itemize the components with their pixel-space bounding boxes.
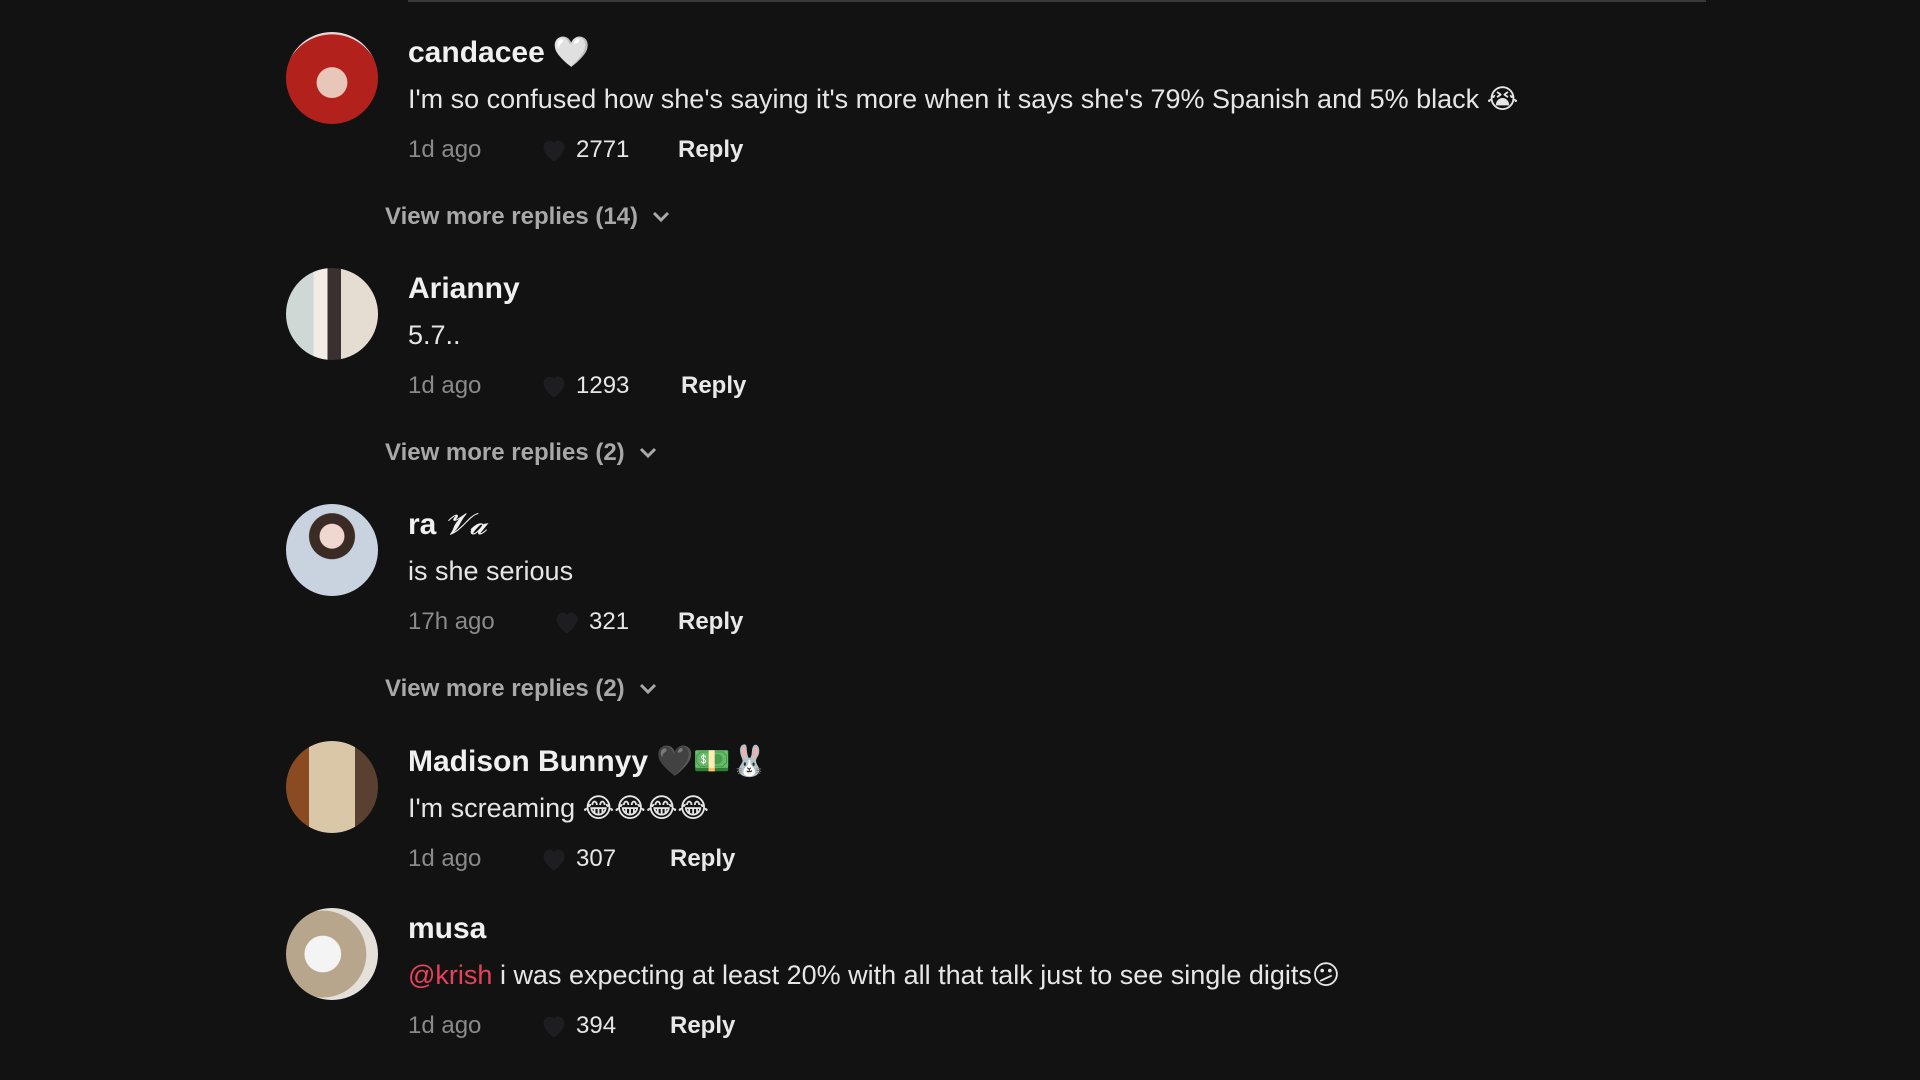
heart-icon [543, 376, 565, 398]
chevron-down-icon [639, 447, 656, 459]
view-more-replies-button[interactable]: View more replies (14) [385, 203, 670, 231]
timestamp: 17h ago [408, 608, 495, 635]
reply-button[interactable]: Reply [670, 1009, 735, 1043]
comment-text: 5.7.. [408, 320, 461, 350]
like-button[interactable]: 1293 [540, 369, 629, 403]
laughing-face-icons: 😂😂😂😂 [582, 793, 709, 824]
timestamp: 1d ago [408, 1012, 482, 1039]
like-count: 307 [576, 845, 617, 872]
avatar[interactable] [286, 504, 378, 596]
like-button[interactable]: 394 [540, 1009, 616, 1043]
view-more-replies-button[interactable]: View more replies (2) [385, 675, 657, 703]
crying-face-icon: 😭 [1486, 84, 1519, 115]
avatar[interactable] [286, 908, 378, 1000]
timestamp: 1d ago [408, 845, 482, 872]
username[interactable]: candacee 🤍 [408, 35, 590, 71]
username[interactable]: Arianny [408, 271, 520, 307]
username[interactable]: ra 𝓥𝓪 [408, 507, 487, 543]
reply-button[interactable]: Reply [678, 133, 743, 167]
reply-button[interactable]: Reply [670, 842, 735, 876]
timestamp: 1d ago [408, 136, 482, 163]
like-button[interactable]: 307 [540, 842, 616, 876]
like-count: 321 [589, 608, 630, 635]
name-emojis: 🖤💵🐰 [656, 744, 769, 779]
comment-text: I'm screaming 😂😂😂😂 [408, 793, 709, 824]
username[interactable]: musa [408, 911, 486, 947]
avatar[interactable] [286, 32, 378, 124]
reply-button[interactable]: Reply [678, 605, 743, 639]
confused-face-icon: 😕 [1311, 960, 1341, 991]
like-button[interactable]: 321 [553, 605, 629, 639]
name-decoration: 𝓥𝓪 [444, 508, 487, 541]
white-heart-icon: 🤍 [552, 35, 591, 70]
like-count: 394 [576, 1012, 617, 1039]
avatar[interactable] [286, 268, 378, 360]
like-count: 2771 [576, 136, 630, 163]
top-divider [408, 0, 1706, 2]
comment-text: @krish i was expecting at least 20% with… [408, 960, 1341, 991]
like-button[interactable]: 2771 [540, 133, 629, 167]
reply-button[interactable]: Reply [681, 369, 746, 403]
heart-icon [543, 140, 565, 162]
chevron-down-icon [639, 683, 656, 695]
avatar[interactable] [286, 741, 378, 833]
user-mention-link[interactable]: @krish [408, 960, 492, 990]
comment-text: is she serious [408, 556, 574, 586]
view-more-replies-button[interactable]: View more replies (2) [385, 439, 657, 467]
like-count: 1293 [576, 372, 630, 399]
heart-icon [543, 1016, 565, 1038]
chevron-down-icon [652, 211, 670, 223]
comment-text: I'm so confused how she's saying it's mo… [408, 84, 1519, 115]
username[interactable]: Madison Bunnyy 🖤💵🐰 [408, 744, 768, 780]
heart-icon [543, 849, 565, 871]
heart-icon [556, 612, 578, 634]
timestamp: 1d ago [408, 372, 482, 399]
